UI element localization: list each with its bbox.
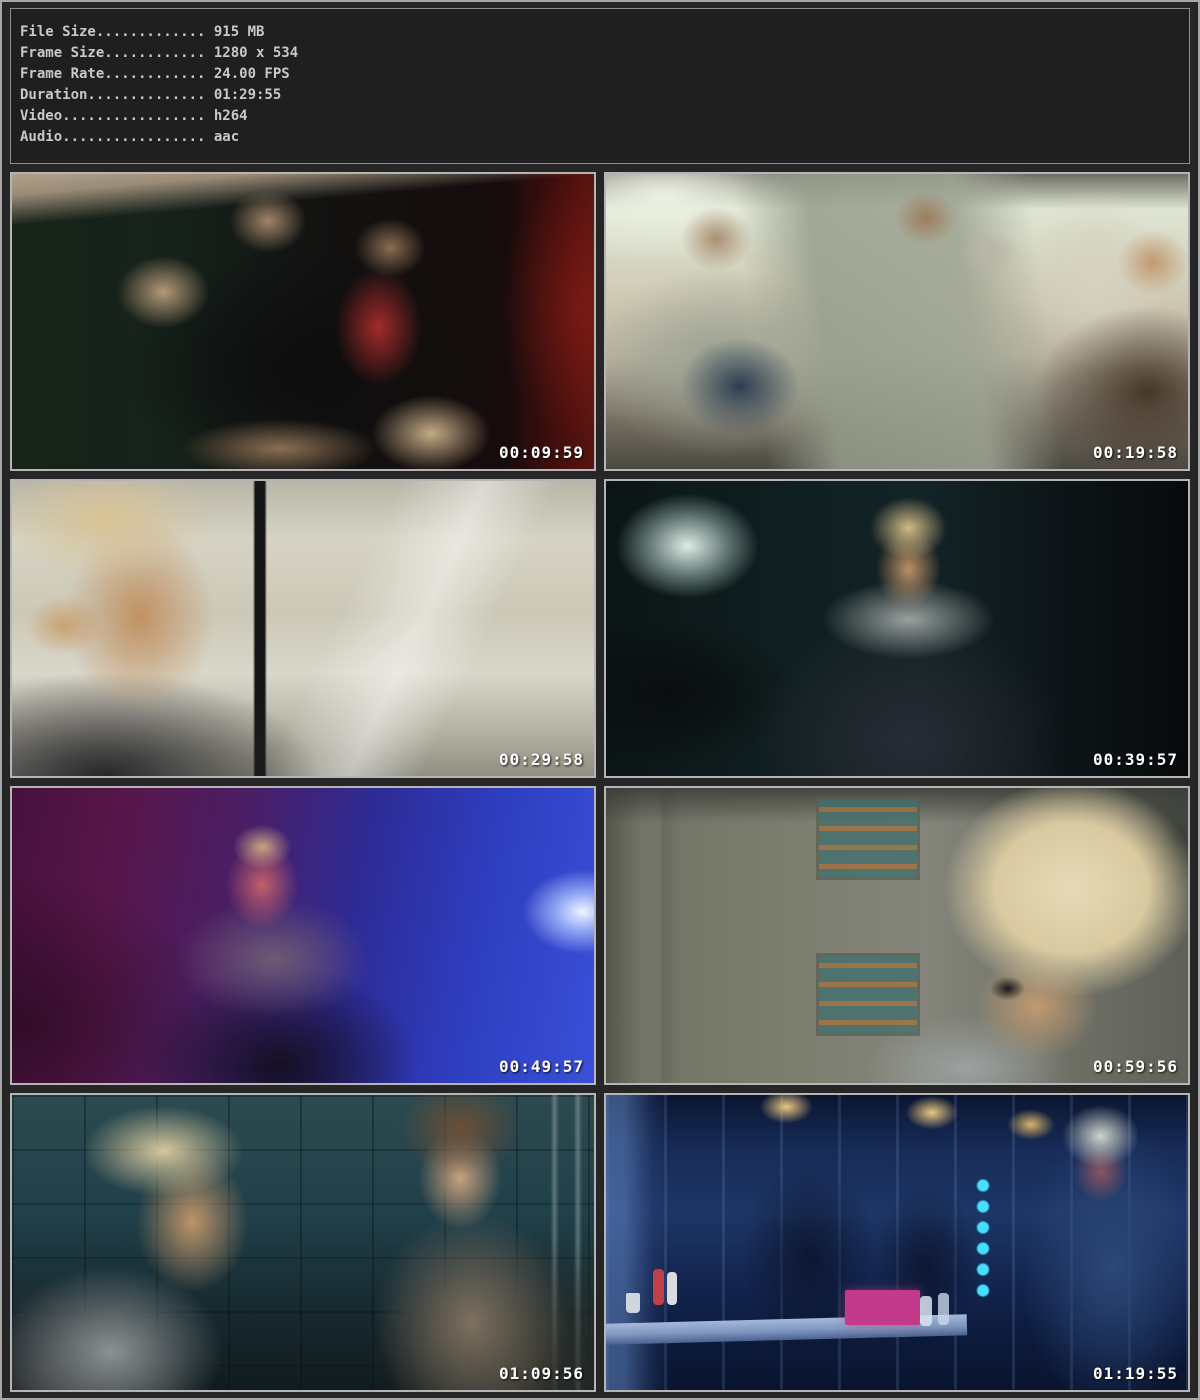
file-info-row-audio: Audio................. aac [20, 127, 1180, 148]
glowing-dots-decoration [976, 1175, 990, 1301]
screenshot-thumb-3: 00:29:58 [10, 479, 596, 778]
file-info-row-frame-rate: Frame Rate............ 24.00 FPS [20, 64, 1180, 85]
screenshot-collage-page: File Size............. 915 MB Frame Size… [0, 0, 1200, 1400]
timestamp-overlay: 00:59:56 [1093, 1057, 1178, 1076]
pink-box-decoration [845, 1290, 921, 1325]
timestamp-overlay: 01:09:56 [499, 1364, 584, 1383]
timestamp-overlay: 00:09:59 [499, 443, 584, 462]
file-info-row-file-size: File Size............. 915 MB [20, 22, 1180, 43]
file-info-row-duration: Duration.............. 01:29:55 [20, 85, 1180, 106]
door-panel-decoration [816, 953, 921, 1036]
screenshot-thumb-2: 00:19:58 [604, 172, 1190, 471]
screenshot-thumb-7: 01:09:56 [10, 1093, 596, 1392]
screenshot-thumb-6: 00:59:56 [604, 786, 1190, 1085]
timestamp-overlay: 01:19:55 [1093, 1364, 1178, 1383]
timestamp-overlay: 00:49:57 [499, 1057, 584, 1076]
cup-decoration [626, 1293, 640, 1313]
timestamp-overlay: 00:19:58 [1093, 443, 1178, 462]
file-info-panel: File Size............. 915 MB Frame Size… [10, 8, 1190, 164]
bottle-decoration [653, 1269, 664, 1305]
bottle-decoration [938, 1293, 949, 1325]
bottle-decoration [667, 1272, 677, 1305]
timestamp-overlay: 00:39:57 [1093, 750, 1178, 769]
screenshot-thumb-4: 00:39:57 [604, 479, 1190, 778]
bottle-decoration [920, 1296, 932, 1326]
file-info-row-frame-size: Frame Size............ 1280 x 534 [20, 43, 1180, 64]
screenshot-thumb-8: 01:19:55 [604, 1093, 1190, 1392]
file-info-row-video: Video................. h264 [20, 106, 1180, 127]
screenshot-thumb-5: 00:49:57 [10, 786, 596, 1085]
screenshot-thumb-1: 00:09:59 [10, 172, 596, 471]
timestamp-overlay: 00:29:58 [499, 750, 584, 769]
door-panel-decoration [816, 797, 921, 880]
screenshot-grid: 00:09:59 00:19:58 00:29:58 00:39:57 00:4… [10, 172, 1190, 1392]
